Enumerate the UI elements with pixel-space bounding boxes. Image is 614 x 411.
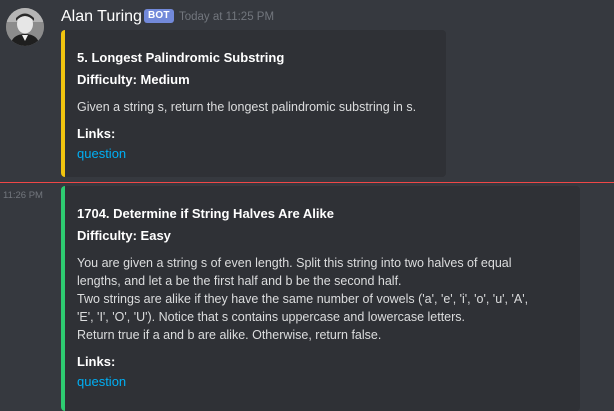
avatar[interactable]	[6, 8, 44, 46]
embed-title: 1704. Determine if String Halves Are Ali…	[77, 206, 334, 221]
message-timestamp[interactable]: Today at 11:25 PM	[179, 11, 274, 23]
embed-title: 5. Longest Palindromic Substring	[77, 50, 285, 65]
embed-links-label: Links:	[77, 354, 116, 369]
embed-links-label: Links:	[77, 126, 116, 141]
message-timestamp-compact[interactable]: 11:26 PM	[3, 190, 43, 201]
bot-badge: BOT	[144, 9, 174, 23]
username[interactable]: Alan Turing	[61, 8, 142, 26]
question-link[interactable]: question	[77, 374, 126, 389]
avatar-portrait-icon	[6, 8, 44, 46]
embed-difficulty: Difficulty: Medium	[77, 72, 190, 87]
new-messages-divider	[0, 182, 614, 183]
question-link[interactable]: question	[77, 146, 126, 161]
embed-description: Given a string s, return the longest pal…	[77, 100, 417, 114]
embed-accent-bar	[61, 30, 65, 177]
embed-accent-bar	[61, 186, 65, 411]
embed-card: 1704. Determine if String Halves Are Ali…	[61, 186, 580, 411]
embed-card: 5. Longest Palindromic Substring Difficu…	[61, 30, 446, 177]
embed-description: You are given a string s of even length.…	[77, 256, 529, 342]
embed-difficulty: Difficulty: Easy	[77, 228, 171, 243]
